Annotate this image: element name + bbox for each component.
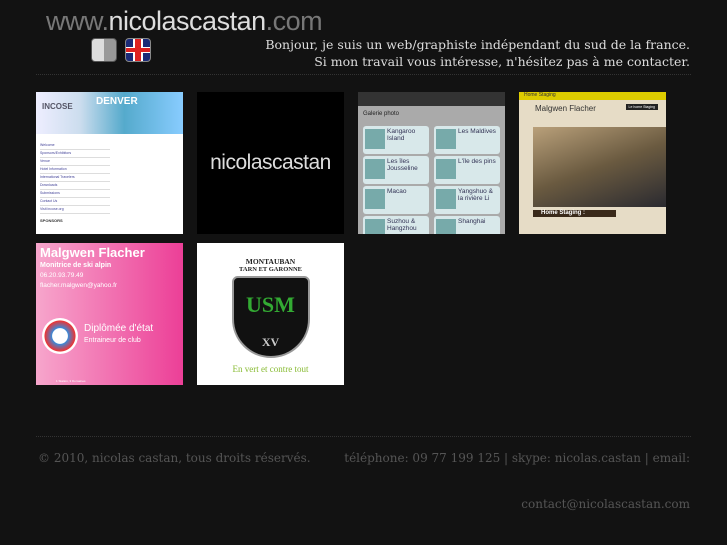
gallery-card: Les îles Jousseline (363, 156, 429, 184)
thumbs-up-icon[interactable] (91, 38, 117, 62)
portfolio-thumb-montauban[interactable]: MONTAUBAN TARN ET GARONNE USM XV En vert … (197, 243, 344, 385)
gallery-card: Kangaroo Island (363, 126, 429, 154)
crest-logo: USM XV (231, 276, 310, 358)
portfolio-thumb-nicolascastan[interactable]: nicolascastan (197, 92, 344, 234)
portfolio-thumb-ski[interactable]: Malgwen Flacher Monitrice de ski alpin 0… (36, 243, 183, 385)
uk-flag-icon[interactable] (125, 38, 151, 62)
gallery-card: Shanghai (434, 216, 500, 234)
divider (36, 436, 691, 437)
gallery-card: Suzhou & Hangzhou (363, 216, 429, 234)
intro-text: Bonjour, je suis un web/graphiste indépe… (265, 37, 690, 69)
gallery-card: Macao (363, 186, 429, 214)
portfolio-thumb-incose[interactable]: INCOSE DENVER Welcome Sponsors/Exhibitors V… (36, 92, 183, 234)
gallery-card: Les Maldives (434, 126, 500, 154)
gallery-card: L'île des pins (434, 156, 500, 184)
portfolio-thumb-gallery[interactable]: Galerie photo Kangaroo Island Les Maldiv… (358, 92, 505, 234)
gallery-card: Yangshuo & la rivière Li (434, 186, 500, 214)
email-link[interactable]: contact@nicolascastan.com (521, 497, 690, 511)
divider (36, 74, 691, 75)
esf-logo (42, 318, 78, 354)
site-logo[interactable]: www.nicolascastan.com (46, 6, 323, 37)
portfolio-thumb-homestaging[interactable]: Home Staging Malgwen Flacher Le home Sta… (519, 92, 666, 234)
